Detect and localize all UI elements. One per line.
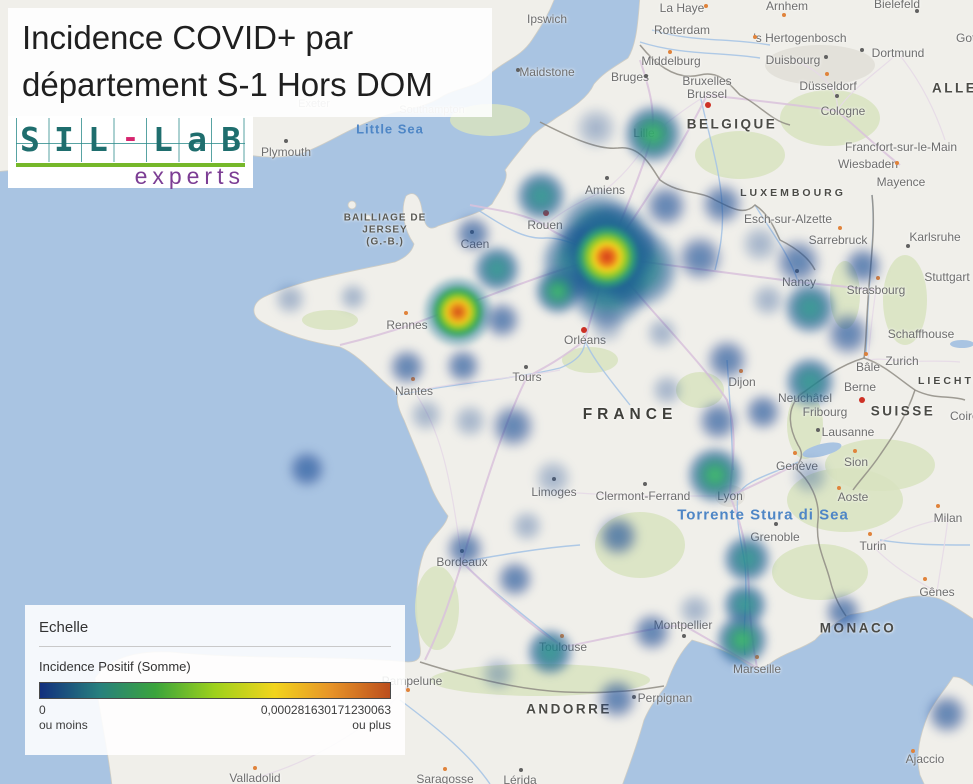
logo-card: SIL-LaB experts xyxy=(8,116,253,188)
island-guernsey xyxy=(365,215,371,221)
logo-letter: L xyxy=(153,118,173,162)
logo-letter: S xyxy=(20,118,40,162)
legend-min-qualifier: ou moins xyxy=(39,718,88,732)
legend-card: Echelle Incidence Positif (Somme) 0 0,00… xyxy=(25,605,405,755)
legend-field-label: Incidence Positif (Somme) xyxy=(39,659,393,674)
sil-lab-logo: SIL-LaB xyxy=(16,118,245,162)
legend-max-qualifier: ou plus xyxy=(352,718,391,732)
legend-title: Echelle xyxy=(39,619,393,636)
page-title-line2: département S-1 Hors DOM xyxy=(22,61,478,108)
legend-gradient-bar xyxy=(39,682,391,699)
report-canvas: IpswichMaidstoneLa HayeRotterdamArnhemBi… xyxy=(0,0,973,784)
legend-min-value: 0 xyxy=(39,703,46,717)
logo-letter: I xyxy=(54,118,74,162)
legend-max-value: 0,000281630171230063 xyxy=(261,703,391,717)
logo-letter: L xyxy=(88,118,108,162)
logo-letter: B xyxy=(221,118,241,162)
page-title-line1: Incidence COVID+ par xyxy=(22,14,478,61)
legend-divider xyxy=(39,646,391,647)
island-jersey xyxy=(348,201,356,209)
logo-subtext: experts xyxy=(16,165,245,188)
title-card: Incidence COVID+ par département S-1 Hor… xyxy=(8,8,492,117)
logo-letter: - xyxy=(122,116,139,160)
logo-letter: a xyxy=(187,118,207,162)
